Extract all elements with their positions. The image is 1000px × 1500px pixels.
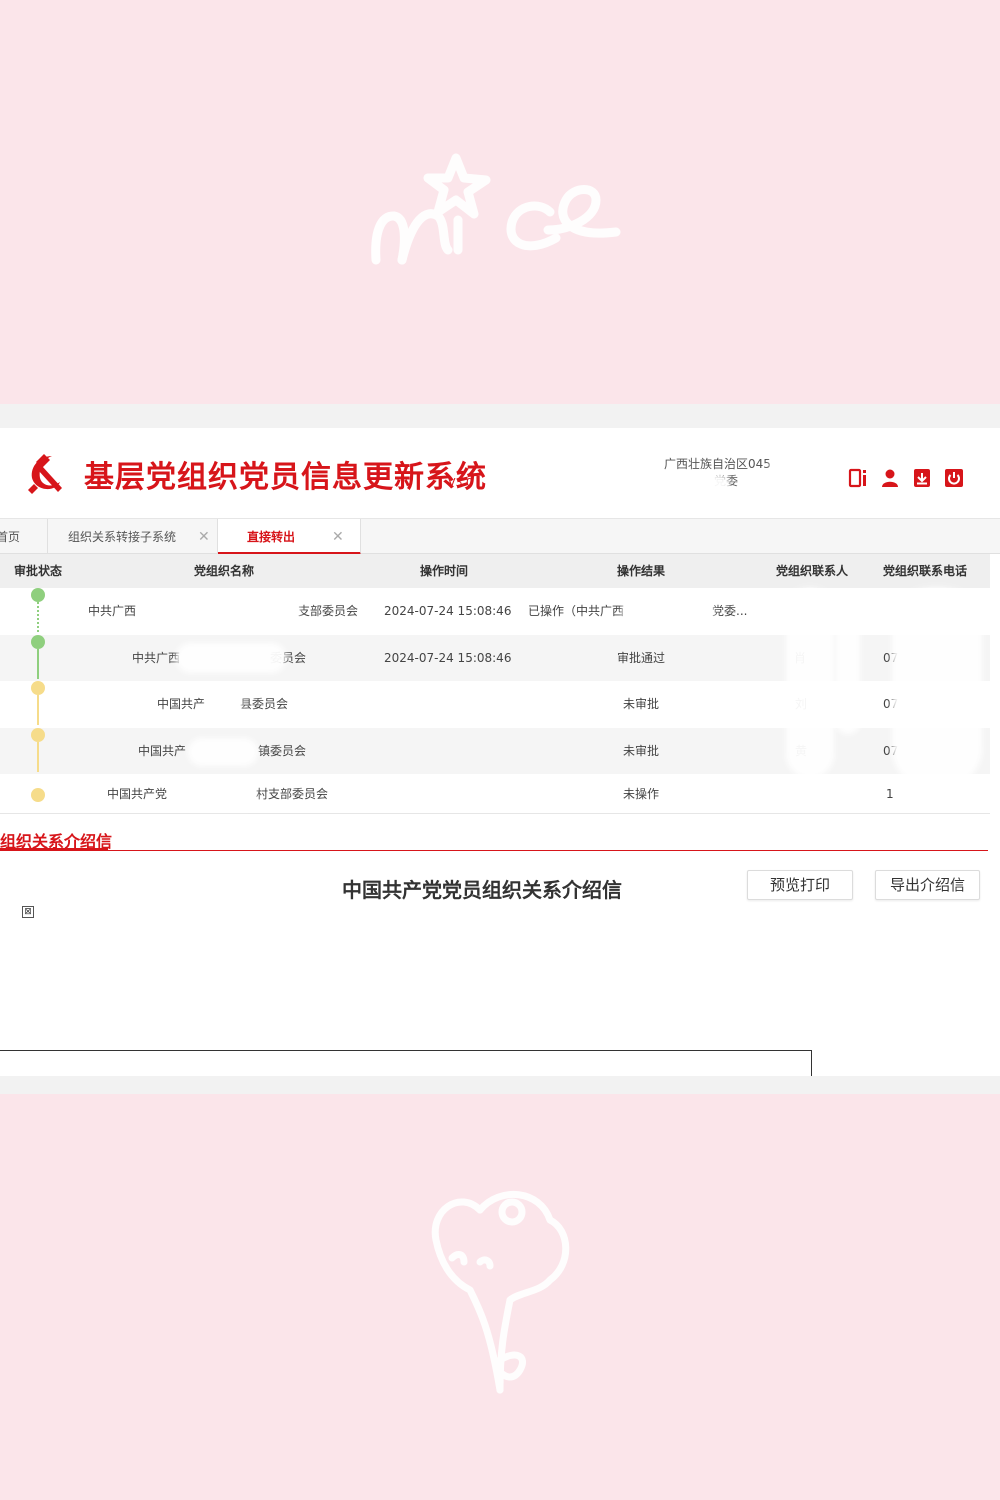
status-indicator	[28, 727, 48, 775]
org-name-start: 中国共产党	[107, 787, 168, 801]
tab-home[interactable]: 首页	[0, 519, 48, 555]
op-result: 未审批	[623, 743, 660, 758]
table-row[interactable]: 中国共产 镇委员会 未审批 黄 07	[0, 727, 990, 775]
status-indicator	[28, 634, 48, 682]
tab-transfer-subsystem[interactable]: 组织关系转接子系统 ✕	[48, 519, 218, 555]
pending-dot	[31, 788, 45, 802]
flower-doodle	[431, 1190, 570, 1394]
app-window: 基层党组织党员信息更新系统 V3.0 广西壮族自治区045 党委	[0, 428, 1000, 1076]
tab-label: 组织关系转接子系统	[68, 530, 177, 544]
op-result: 未审批	[623, 697, 660, 711]
power-icon[interactable]	[944, 468, 964, 488]
letter-title: 中国共产党党员组织关系介绍信	[342, 878, 622, 902]
screenshot-frame: 基层党组织党员信息更新系统 V3.0 广西壮族自治区045 党委	[0, 404, 1000, 1094]
redaction-blur	[622, 598, 714, 626]
status-indicator	[28, 588, 48, 635]
tab-direct-transfer-out[interactable]: 直接转出 ✕	[218, 519, 361, 555]
redaction-blur	[172, 782, 256, 808]
org-name-end: 镇委员会	[258, 743, 307, 758]
close-icon[interactable]: ✕	[198, 519, 210, 555]
approved-dot	[31, 588, 45, 602]
op-time: 2024-07-24 15:08:46	[384, 650, 512, 665]
org-name-end: 村支部委员会	[256, 787, 329, 801]
party-emblem-logo	[28, 454, 62, 494]
redaction-blur	[640, 474, 730, 496]
org-name-end: 支部委员会	[298, 604, 359, 618]
op-result: 未操作	[623, 787, 660, 801]
table-row[interactable]: 中国共产党 村支部委员会 未操作 1	[0, 774, 990, 814]
status-connector	[37, 602, 39, 632]
header-icon-group	[848, 468, 964, 488]
close-icon[interactable]: ✕	[332, 519, 344, 555]
redaction-blur	[188, 737, 258, 766]
nice-star-doodle	[371, 153, 621, 265]
redaction-blur	[206, 691, 242, 719]
org-name-end: 县委员会	[240, 697, 289, 711]
approved-dot	[31, 634, 45, 649]
org-name-start: 中国共产	[157, 697, 206, 711]
contact-phone: 1	[886, 787, 894, 801]
status-indicator	[28, 774, 48, 813]
redaction-blur	[176, 642, 286, 673]
status-connector	[37, 741, 39, 772]
tab-label: 首页	[0, 530, 21, 544]
section-divider	[0, 850, 988, 851]
col-phone: 党组织联系电话	[883, 564, 968, 578]
status-connector	[37, 695, 39, 725]
preview-print-button[interactable]: 预览打印	[747, 870, 853, 900]
col-op-result: 操作结果	[617, 564, 666, 578]
letter-content-frame	[0, 1050, 812, 1076]
col-status: 审批状态	[14, 564, 63, 578]
user-icon[interactable]	[880, 468, 900, 488]
broken-image-icon: ⊠	[22, 906, 34, 918]
export-letter-button[interactable]: 导出介绍信	[875, 870, 980, 900]
op-result-start: 已操作（中共广西	[528, 604, 625, 618]
col-op-time: 操作时间	[420, 564, 469, 578]
app-version: V3.0	[448, 476, 474, 489]
redaction-blur	[770, 448, 840, 484]
table-header: 审批状态 党组织名称 操作时间 操作结果 党组织联系人 党组织联系电话	[0, 554, 990, 588]
download-icon[interactable]	[912, 468, 932, 488]
status-connector	[37, 648, 39, 679]
redaction-blur	[786, 588, 834, 778]
op-result-end: 党委...	[712, 604, 748, 618]
app-header: 基层党组织党员信息更新系统 V3.0 广西壮族自治区045 党委	[0, 428, 1000, 518]
app-title: 基层党组织党员信息更新系统	[84, 460, 487, 495]
transfer-approval-table: 审批状态 党组织名称 操作时间 操作结果 党组织联系人 党组织联系电话 中共广西…	[0, 554, 990, 814]
pending-dot	[31, 681, 45, 695]
mobile-icon[interactable]	[848, 468, 868, 488]
org-name-start: 中共广西	[88, 604, 137, 618]
op-result: 审批通过	[617, 650, 666, 665]
user-org-line1: 广西壮族自治区045	[664, 457, 771, 471]
org-name-start: 中国共产	[138, 743, 187, 758]
op-time: 2024-07-24 15:08:46	[384, 604, 512, 618]
redaction-blur	[140, 598, 300, 626]
status-indicator	[28, 681, 48, 728]
pending-dot	[31, 727, 45, 742]
tab-bar: 首页 组织关系转接子系统 ✕ 直接转出 ✕	[0, 518, 1000, 555]
tab-label: 直接转出	[247, 530, 296, 544]
col-org-name: 党组织名称	[194, 564, 255, 578]
org-name-start: 中共广西	[132, 650, 181, 665]
redaction-blur	[892, 588, 982, 788]
col-contact: 党组织联系人	[776, 564, 849, 578]
redaction-blur	[836, 614, 860, 734]
